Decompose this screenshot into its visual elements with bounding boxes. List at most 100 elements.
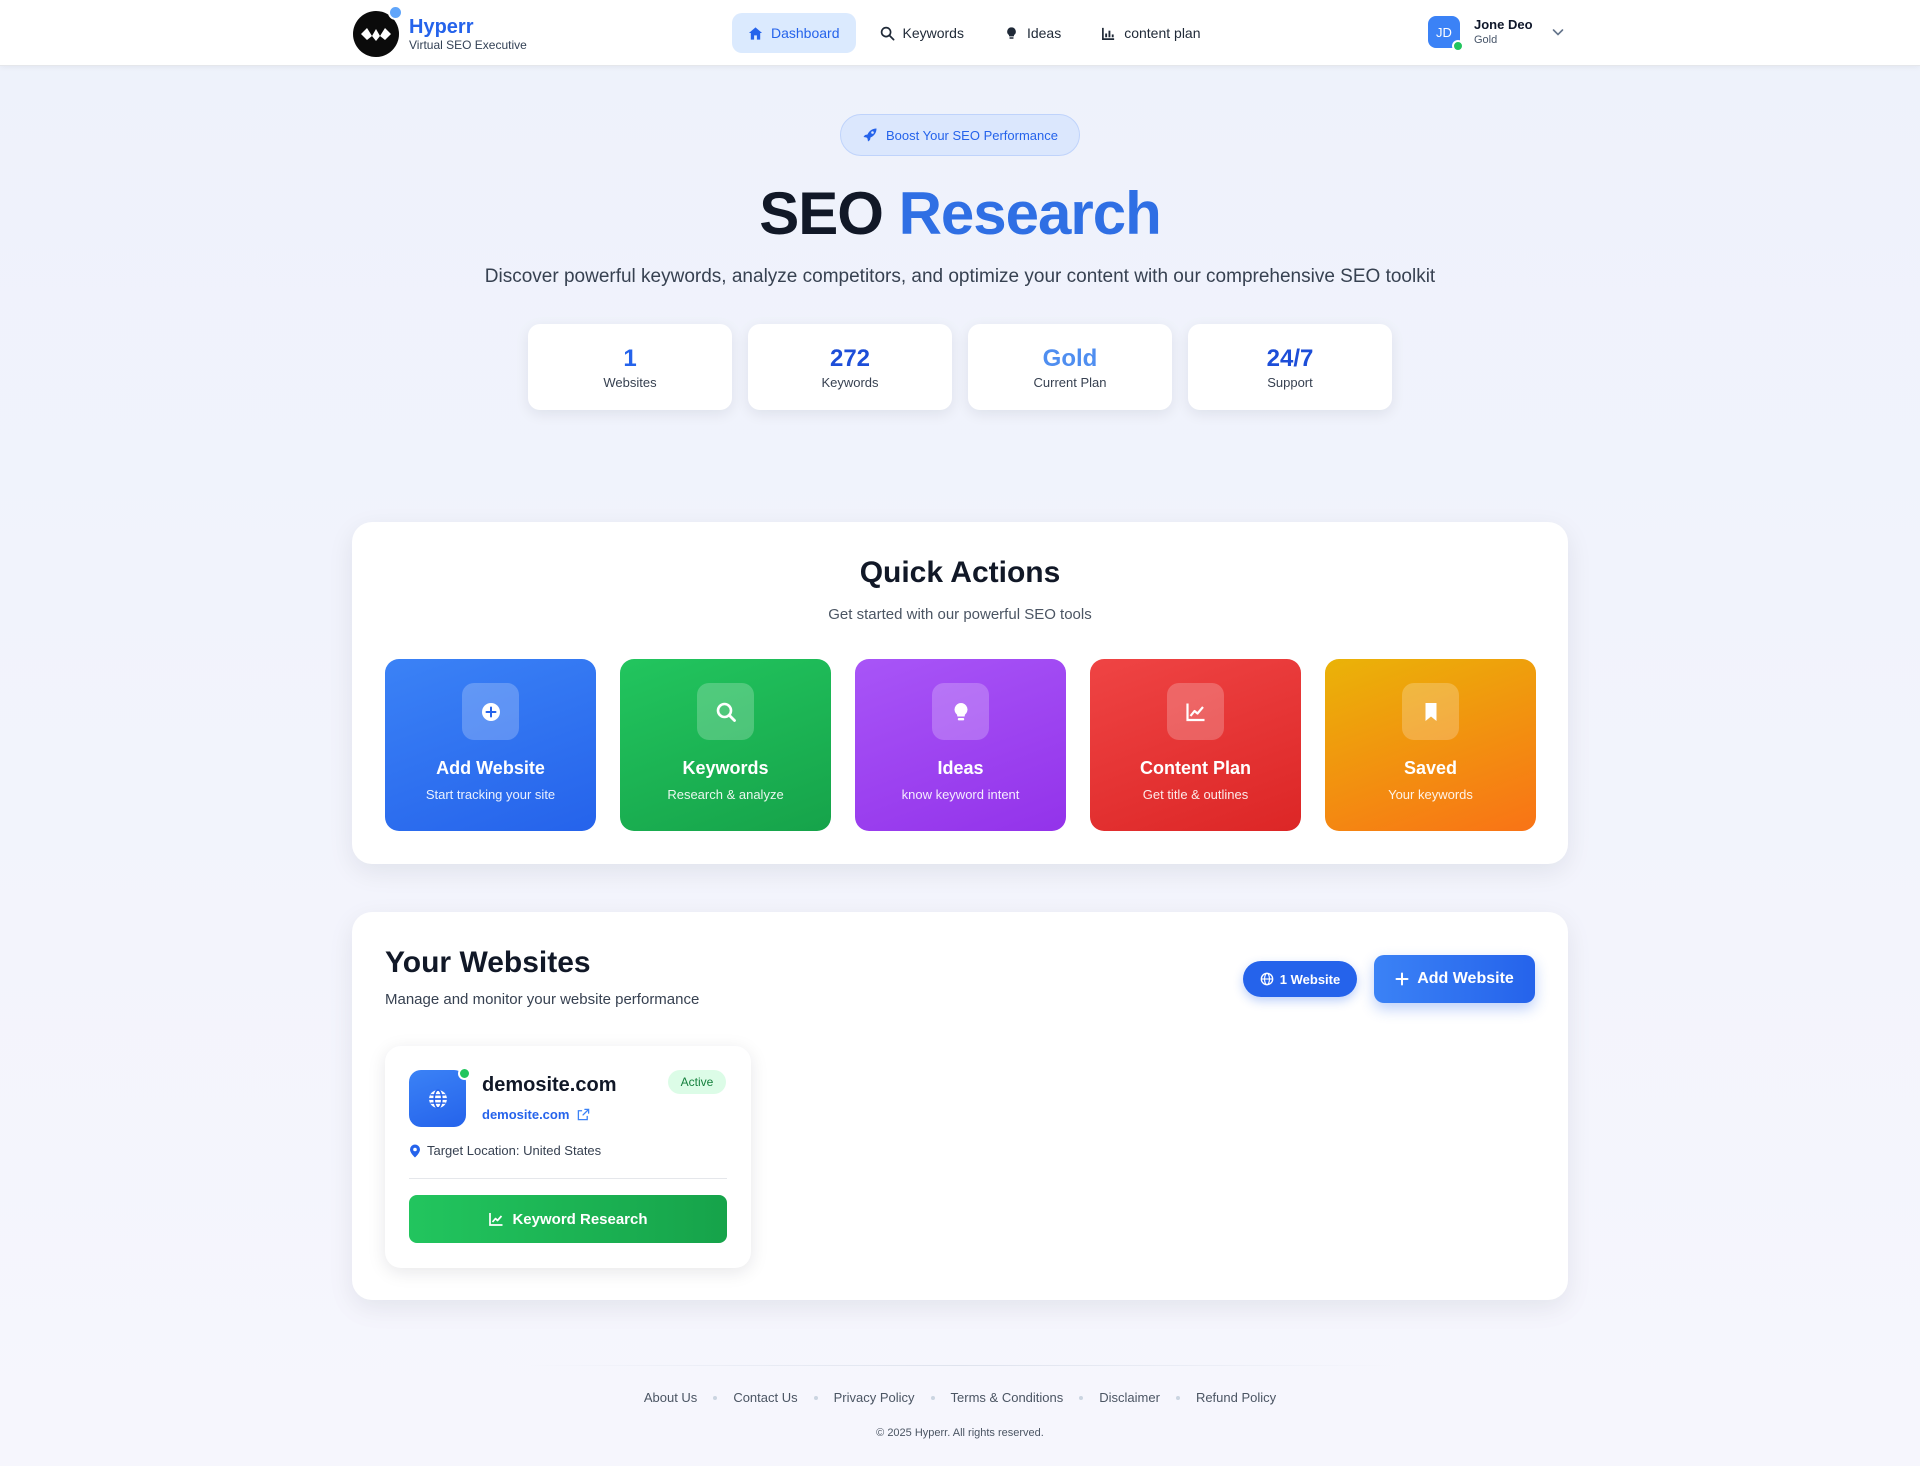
website-location-text: Target Location: United States	[427, 1143, 602, 1158]
website-count-badge: 1 Website	[1243, 961, 1357, 997]
stats-row: 1 Websites 272 Keywords Gold Current Pla…	[528, 324, 1392, 410]
footer-link-terms[interactable]: Terms & Conditions	[951, 1390, 1064, 1405]
page-title: SEO Research	[0, 176, 1920, 252]
keyword-research-button[interactable]: Keyword Research	[409, 1195, 727, 1243]
nav-ideas[interactable]: Ideas	[988, 13, 1077, 53]
chart-icon	[1102, 27, 1115, 40]
websites-card: Your Websites Manage and monitor your we…	[352, 912, 1568, 1300]
page-subtitle: Discover powerful keywords, analyze comp…	[484, 266, 1436, 287]
map-pin-icon	[410, 1144, 420, 1157]
action-title: Saved	[1403, 758, 1458, 778]
action-saved[interactable]: Saved Your keywords	[1325, 659, 1536, 831]
plus-icon	[1395, 972, 1409, 986]
chart-line-icon	[1167, 683, 1224, 740]
copyright: © 2025 Hyperr. All rights reserved.	[876, 1427, 1044, 1439]
avatar: JD	[1428, 16, 1464, 52]
logo-mark-icon	[353, 5, 403, 57]
brand-logo[interactable]: Hyperr Virtual SEO Executive	[353, 5, 527, 57]
user-plan: Gold	[1474, 34, 1498, 46]
footer-link-privacy[interactable]: Privacy Policy	[834, 1390, 915, 1405]
bookmark-icon	[1402, 683, 1459, 740]
nav-ideas-label: Ideas	[1026, 25, 1062, 41]
footer-separator	[713, 1395, 718, 1400]
action-desc: Research & analyze	[667, 787, 784, 802]
website-link[interactable]: demosite.com	[482, 1107, 590, 1122]
action-add-website[interactable]: Add Website Start tracking your site	[385, 659, 596, 831]
hero-badge: Boost Your SEO Performance	[840, 114, 1080, 156]
page-title-part2: Research	[898, 180, 1162, 247]
quick-actions-tiles: Add Website Start tracking your site Key…	[385, 659, 1536, 831]
action-desc: Your keywords	[1388, 787, 1473, 802]
lightbulb-icon	[1007, 26, 1016, 39]
top-navbar: Hyperr Virtual SEO Executive Dashboard K…	[0, 0, 1920, 66]
stat-value: Gold	[1042, 344, 1098, 372]
divider	[409, 1178, 727, 1179]
stat-value: 1	[623, 344, 637, 372]
nav-keywords-label: Keywords	[902, 25, 964, 41]
action-ideas[interactable]: Ideas know keyword intent	[855, 659, 1066, 831]
stat-value: 24/7	[1266, 344, 1314, 372]
hero-badge-text: Boost Your SEO Performance	[886, 127, 1058, 143]
footer-link-refund[interactable]: Refund Policy	[1196, 1390, 1276, 1405]
footer-link-about[interactable]: About Us	[644, 1390, 697, 1405]
nav-content-plan-label: content plan	[1124, 25, 1201, 41]
action-title: Add Website	[436, 758, 545, 778]
nav-dashboard-label: Dashboard	[771, 25, 840, 41]
action-desc: Get title & outlines	[1142, 787, 1249, 802]
page-title-part1: SEO	[759, 180, 884, 247]
stat-support: 24/7 Support	[1188, 324, 1392, 410]
footer-link-disclaimer[interactable]: Disclaimer	[1099, 1390, 1160, 1405]
nav-keywords[interactable]: Keywords	[864, 13, 980, 53]
chevron-down-icon[interactable]	[1551, 25, 1565, 39]
stat-label: Websites	[603, 374, 657, 390]
home-icon	[748, 26, 763, 40]
websites-title: Your Websites	[385, 946, 591, 979]
brand-name: Hyperr	[409, 16, 474, 38]
action-keywords[interactable]: Keywords Research & analyze	[620, 659, 831, 831]
add-website-button[interactable]: Add Website	[1374, 955, 1535, 1003]
stat-label: Current Plan	[1033, 374, 1107, 390]
action-desc: know keyword intent	[901, 787, 1020, 802]
website-card: demosite.com demosite.com Active Target …	[385, 1046, 751, 1268]
stat-value: 272	[829, 344, 871, 372]
action-title: Ideas	[937, 758, 984, 778]
website-location: Target Location: United States	[409, 1143, 601, 1158]
plus-circle-icon	[462, 683, 519, 740]
search-icon	[880, 26, 894, 40]
chart-line-icon	[489, 1213, 503, 1226]
keyword-research-label: Keyword Research	[512, 1210, 648, 1228]
stat-label: Keywords	[821, 374, 879, 390]
footer-link-contact[interactable]: Contact Us	[733, 1390, 797, 1405]
quick-actions-subtitle: Get started with our powerful SEO tools	[828, 606, 1092, 623]
website-url: demosite.com	[482, 1107, 570, 1122]
footer-links: About Us Contact Us Privacy Policy Terms…	[0, 1390, 1920, 1405]
add-website-label: Add Website	[1417, 970, 1514, 987]
user-menu[interactable]: JD Jone Deo Gold	[1428, 16, 1565, 52]
nav-content-plan[interactable]: content plan	[1085, 13, 1216, 53]
globe-icon	[1260, 972, 1274, 986]
footer-separator	[1079, 1395, 1084, 1400]
stat-websites: 1 Websites	[528, 324, 732, 410]
logo-dot	[388, 5, 403, 20]
stat-label: Support	[1267, 374, 1313, 390]
website-count-label: 1 Website	[1279, 971, 1341, 987]
online-indicator	[1452, 40, 1464, 52]
websites-subtitle: Manage and monitor your website performa…	[385, 991, 700, 1008]
action-desc: Start tracking your site	[425, 787, 556, 802]
stat-current-plan: Gold Current Plan	[968, 324, 1172, 410]
external-link-icon	[578, 1108, 590, 1121]
lightbulb-icon	[932, 683, 989, 740]
website-name: demosite.com	[482, 1074, 617, 1096]
action-title: Content Plan	[1140, 758, 1251, 778]
quick-actions-title: Quick Actions	[859, 556, 1061, 589]
action-content-plan[interactable]: Content Plan Get title & outlines	[1090, 659, 1301, 831]
main-nav: Dashboard Keywords Ideas content plan	[732, 13, 1217, 53]
footer-separator	[813, 1395, 818, 1400]
brand-tagline: Virtual SEO Executive	[409, 38, 527, 52]
stat-keywords: 272 Keywords	[748, 324, 952, 410]
nav-dashboard[interactable]: Dashboard	[732, 13, 856, 53]
status-dot	[458, 1067, 471, 1080]
footer-divider	[528, 1365, 1392, 1366]
quick-actions-card: Quick Actions Get started with our power…	[352, 522, 1568, 864]
footer-separator	[1175, 1395, 1180, 1400]
